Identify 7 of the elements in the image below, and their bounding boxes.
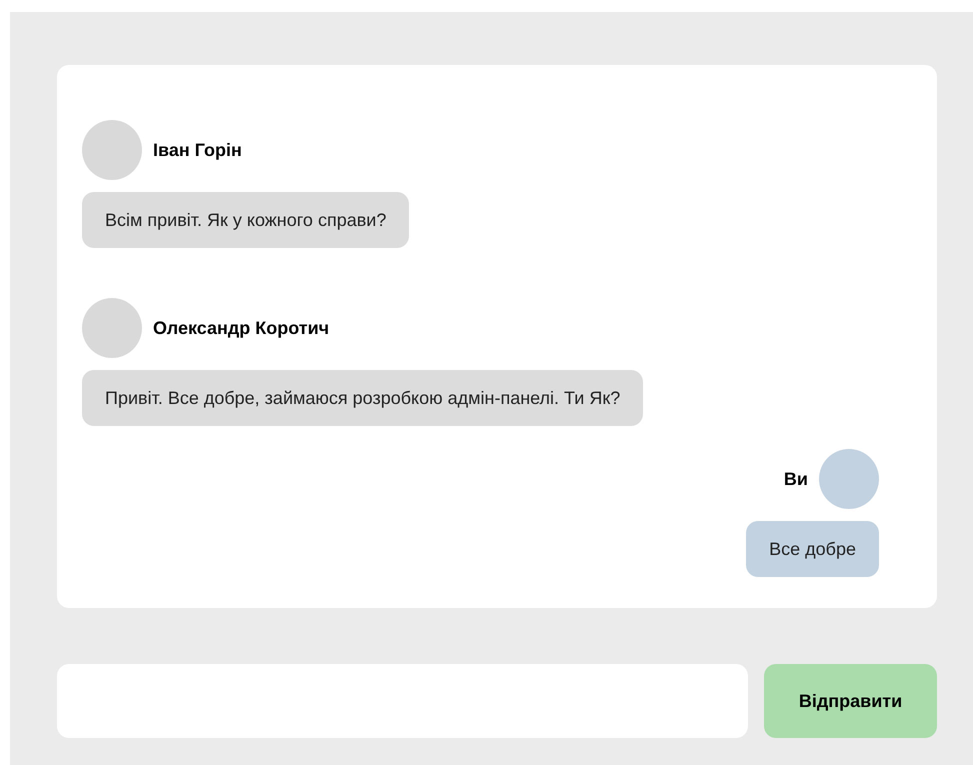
message-bubble: Привіт. Все добре, займаюся розробкою адмін-панелі. Ти Як? xyxy=(82,370,644,426)
message-bubble: Все добре xyxy=(746,521,879,577)
author-name: Іван Горін xyxy=(153,138,242,162)
message-bubble: Всім привіт. Як у кожного справи? xyxy=(82,192,410,248)
author-name: Олександр Коротич xyxy=(153,316,330,340)
author-name: Ви xyxy=(784,468,808,490)
send-button[interactable]: Відправити xyxy=(764,664,937,738)
